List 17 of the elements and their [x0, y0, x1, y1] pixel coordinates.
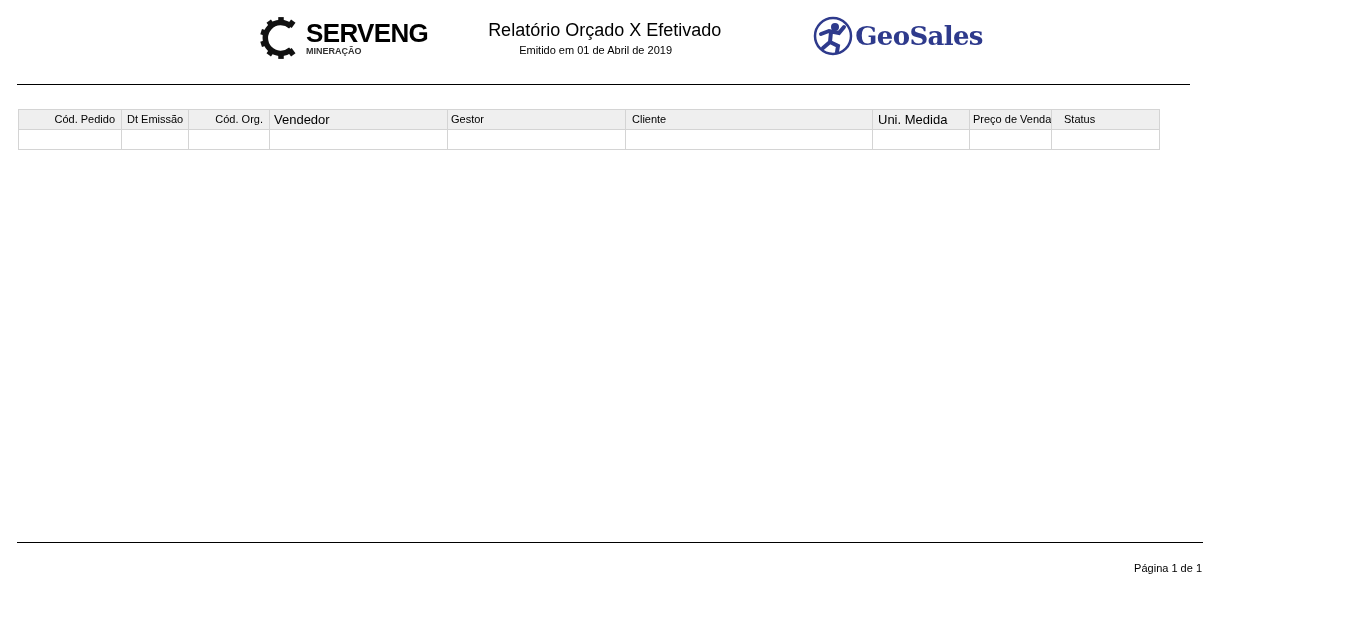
- column-header: Cód. Pedido: [19, 110, 122, 130]
- company-logo-subtitle: MINERAÇÃO: [306, 47, 363, 56]
- column-header: Uni. Medida: [873, 110, 970, 130]
- report-subtitle: Emitido em 01 de Abril de 2019: [519, 43, 673, 58]
- column-header: Cliente: [626, 110, 873, 130]
- runner-icon: [813, 16, 854, 56]
- table-cell: [122, 130, 189, 150]
- column-header: Gestor: [448, 110, 626, 130]
- column-header: Status: [1052, 110, 1160, 130]
- column-header: Preço de Venda: [970, 110, 1052, 130]
- page-number: Página 1 de 1: [1134, 561, 1202, 576]
- column-header: Vendedor: [270, 110, 448, 130]
- report-title: Relatório Orçado X Efetivado: [488, 19, 722, 42]
- product-logo-name: GeoSales: [855, 19, 983, 53]
- column-header: Cód. Org.: [189, 110, 270, 130]
- column-header: Dt Emissão: [122, 110, 189, 130]
- company-logo-name: SERVENG: [306, 20, 429, 46]
